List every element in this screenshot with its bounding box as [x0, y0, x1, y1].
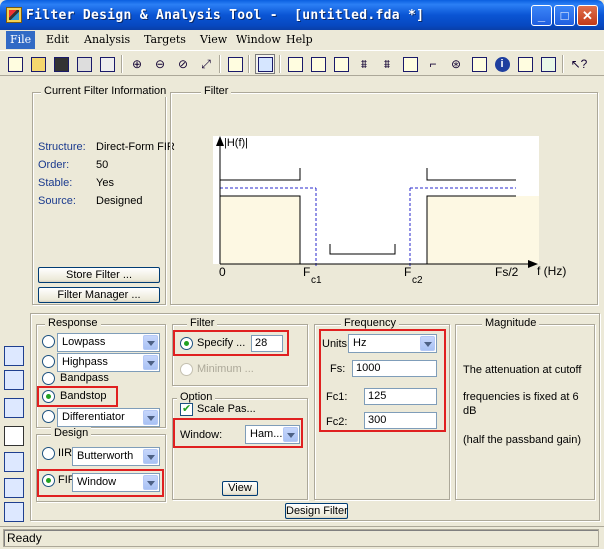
magnitude-line-2: frequencies is fixed at 6	[463, 391, 579, 403]
specify-order-highlight	[173, 330, 289, 356]
y-axis-label: |H(f)|	[224, 137, 249, 149]
highpass-select[interactable]: Highpass	[57, 353, 160, 372]
lowpass-select[interactable]: Lowpass	[57, 333, 160, 352]
tick-fc1-sub: c1	[311, 275, 322, 286]
frequency-highlight	[319, 329, 446, 432]
passband-2-area	[427, 196, 539, 264]
highpass-radio[interactable]	[42, 355, 55, 368]
view-window-button[interactable]: View	[222, 481, 258, 496]
bandpass-label: Bandpass	[60, 372, 109, 384]
design-method-title: Design	[51, 427, 92, 439]
status-text: Ready	[7, 531, 42, 545]
magnitude-line-1: The attenuation at cutoff	[463, 364, 582, 376]
bandstop-highlight	[37, 386, 118, 407]
response-type-title: Response	[45, 317, 101, 329]
iir-label: IIR	[58, 447, 73, 459]
scale-passband-label: Scale Pas...	[197, 403, 256, 415]
tick-fc1: F	[303, 265, 311, 279]
design-filter-button[interactable]: Design Filter	[285, 503, 348, 519]
status-bar: Ready	[0, 526, 604, 549]
minimum-order-radio[interactable]	[180, 363, 193, 376]
differentiator-radio[interactable]	[42, 410, 55, 423]
frequency-title: Frequency	[341, 317, 399, 329]
tick-zero: 0	[219, 265, 226, 279]
minimum-order-label: Minimum ...	[197, 363, 254, 375]
magnitude-line-3: dB	[463, 405, 477, 417]
x-axis-label: f (Hz)	[537, 264, 567, 278]
tick-fc2-sub: c2	[412, 275, 423, 286]
stopband-bound	[329, 244, 396, 255]
scale-passband-checkbox[interactable]	[180, 402, 193, 416]
y-axis-arrow	[216, 136, 224, 146]
status-box: Ready	[3, 529, 599, 547]
magnitude-line-4: (half the passband gain)	[463, 434, 582, 446]
fir-highlight	[37, 469, 164, 497]
bandpass-radio[interactable]	[42, 372, 55, 385]
magnitude-title: Magnitude	[482, 317, 540, 329]
passband-2-upper	[426, 168, 516, 181]
filter-order-title: Filter	[187, 317, 218, 329]
tick-fs2: Fs/2	[495, 265, 519, 279]
passband-1-upper	[220, 168, 301, 181]
differentiator-select[interactable]: Differentiator	[57, 408, 160, 427]
lowpass-radio[interactable]	[42, 335, 55, 348]
iir-radio[interactable]	[42, 447, 55, 460]
passband-1-area	[220, 196, 300, 264]
window-highlight	[173, 418, 303, 448]
iir-method-select[interactable]: Butterworth	[72, 447, 160, 466]
tick-fc2: F	[404, 265, 412, 279]
